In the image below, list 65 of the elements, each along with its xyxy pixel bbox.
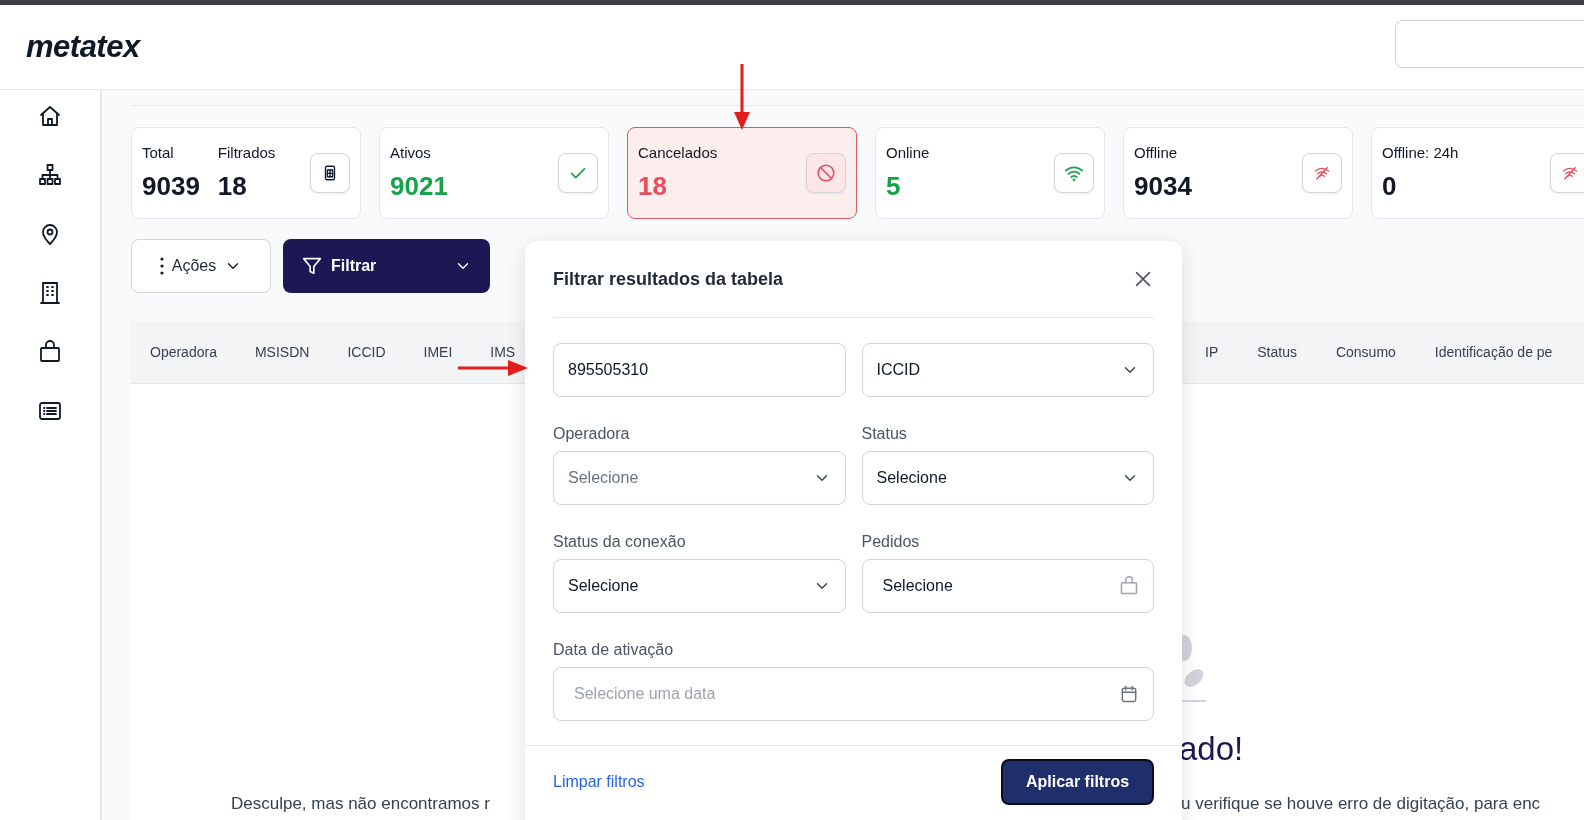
select-field[interactable]: Selecione [553,559,846,613]
stat-value: 9039 [142,171,200,202]
wifi-off-icon [1313,164,1331,182]
input-field[interactable] [1395,20,1584,68]
stat-label: Ativos [390,144,432,161]
icon-button[interactable] [310,153,350,193]
field-label: Operadora [553,425,631,443]
calendar-icon [1119,684,1139,704]
stat-label: Offline: 24h [1382,144,1459,161]
stat-label: Online [886,144,930,161]
field-label: Status da conexão [553,533,687,551]
select-field[interactable]: Selecione [861,451,1154,505]
ban-icon [815,162,837,184]
stat-value: 0 [1382,171,1398,202]
stat-card[interactable]: Offline 9034 [1123,127,1353,219]
annotation-arrow [458,360,528,376]
stat-value: 9034 [1134,171,1192,202]
column-header[interactable]: Identificação de pe [1434,344,1553,360]
panel-title: Filtrar resultados da tabela [553,268,784,290]
field-label: Pedidos [861,533,921,551]
wifi-off-icon [1561,164,1579,182]
sitemap-icon [38,163,62,187]
search-field[interactable]: 895505310 [553,343,846,397]
funnel-icon [301,255,323,277]
kebab-icon [159,257,164,275]
column-header[interactable]: IMEI [423,344,453,360]
column-header[interactable]: ICCID [347,344,386,360]
list-icon [38,399,62,423]
home-icon [38,104,62,128]
column-header[interactable]: IP [1205,344,1219,360]
stat-label: Offline [1134,144,1179,161]
apply-filters-button[interactable]: Aplicar filtros [1001,759,1154,805]
empty-state-message: Desculpe, mas não encontramos r [231,794,490,814]
stat-label: Total [142,144,175,161]
empty-state-message: u verifique se houve erro de digitação, para enc [1181,794,1541,814]
select-field[interactable]: Selecione [553,451,846,505]
annotation-arrow [734,64,750,130]
stat-card[interactable]: Offline: 24h 0 [1371,127,1584,219]
actions-button[interactable]: Ações [131,239,271,293]
logo[interactable]: metatex [26,29,140,65]
column-header[interactable]: Consumo [1335,344,1396,360]
stat-card[interactable]: Cancelados 18 [627,127,857,219]
bag-icon [1119,576,1139,596]
column-header[interactable]: Status [1257,344,1297,360]
empty-state-title: ado! [1179,730,1244,768]
clear-filters-link[interactable]: Limpar filtros [553,773,645,791]
stat-card[interactable]: Online 5 [875,127,1105,219]
stat-card[interactable]: Ativos 9021 [379,127,609,219]
stat-label: Filtrados [217,144,276,161]
field-label: Status [861,425,908,443]
select-field[interactable]: ICCID [861,343,1154,397]
column-header[interactable]: IMS [490,344,516,360]
stat-value: 18 [217,171,248,202]
stat-value: 5 [886,171,902,202]
stat-label: Cancelados [638,144,718,161]
column-header[interactable]: MSISDN [254,344,310,360]
column-header[interactable]: Operadora [150,344,217,360]
field-label: Data de ativação [553,641,675,659]
filter-button[interactable]: Filtrar [283,239,490,293]
select-field[interactable]: Selecione [861,559,1154,613]
stat-value: 9021 [390,171,448,202]
bag-icon [38,340,62,364]
stat-card[interactable]: Total 9039 Filtrados 18 [131,127,361,219]
building-icon [38,281,62,305]
stat-value: 18 [638,171,668,202]
